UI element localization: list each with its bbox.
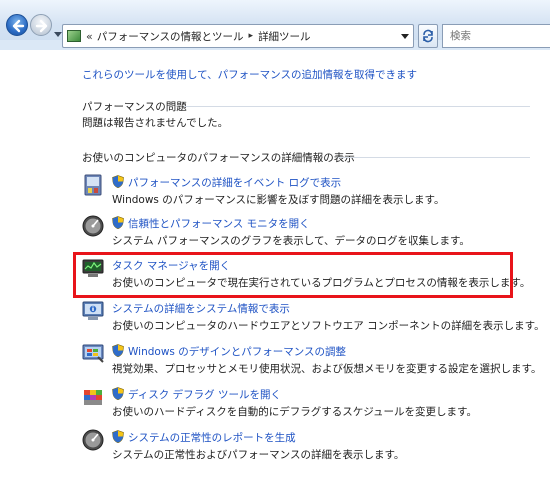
performance-monitor-description: システム パフォーマンスのグラフを表示して、データのログを収集します。 <box>112 235 470 247</box>
list-item: 信頼性とパフォーマンス モニタを開く システム パフォーマンスのグラフを表示して… <box>82 213 522 247</box>
back-button[interactable] <box>6 14 28 36</box>
event-log-link[interactable]: パフォーマンスの詳細をイベント ログで表示 <box>128 175 341 190</box>
uac-shield-icon <box>112 216 124 229</box>
uac-shield-icon <box>112 175 124 188</box>
address-dropdown-icon[interactable] <box>401 34 409 39</box>
disk-defrag-link[interactable]: ディスク デフラグ ツールを開く <box>128 387 281 402</box>
overflow-chevron-icon[interactable]: « <box>86 31 93 42</box>
system-information-link[interactable]: システムの詳細をシステム情報で表示 <box>112 301 290 316</box>
list-item: ディスク デフラグ ツールを開く お使いのハードディスクを自動的にデフラグするス… <box>82 384 522 418</box>
highlight-box <box>73 252 513 298</box>
system-information-icon <box>82 301 104 320</box>
uac-shield-icon <box>112 387 124 400</box>
section-divider <box>338 157 530 158</box>
event-log-description: Windows のパフォーマンスに影響を及ぼす問題の詳細を表示します。 <box>112 194 445 206</box>
event-log-icon <box>84 174 102 196</box>
forward-button[interactable] <box>30 14 52 36</box>
disk-defrag-description: お使いのハードディスクを自動的にデフラグするスケジュールを変更します。 <box>112 406 477 418</box>
performance-monitor-icon <box>82 215 104 237</box>
performance-problems-heading: パフォーマンスの問題 <box>82 101 187 113</box>
list-item: Windows のデザインとパフォーマンスの調整 視覚効果、プロセッサとメモリ使… <box>82 341 541 375</box>
system-information-description: お使いのコンピュータのハードウエアとソフトウエア コンポーネントの詳細を表示しま… <box>112 320 545 332</box>
list-item: システムの詳細をシステム情報で表示 お使いのコンピュータのハードウエアとソフトウ… <box>82 298 545 332</box>
breadcrumb-performance-info[interactable]: パフォーマンスの情報とツール <box>97 29 244 44</box>
recent-pages-dropdown[interactable] <box>54 32 62 37</box>
refresh-icon <box>423 29 433 43</box>
search-input[interactable] <box>442 24 550 48</box>
additional-info-link[interactable]: これらのツールを使用して、パフォーマンスの追加情報を取得できます <box>82 67 417 82</box>
content-pane: これらのツールを使用して、パフォーマンスの追加情報を取得できます パフォーマンス… <box>0 50 550 480</box>
refresh-button[interactable] <box>418 24 438 48</box>
control-panel-icon <box>67 30 81 42</box>
system-health-report-icon <box>82 429 104 451</box>
breadcrumb-separator-icon[interactable]: ▸ <box>249 31 254 41</box>
windows-appearance-link[interactable]: Windows のデザインとパフォーマンスの調整 <box>128 344 346 359</box>
uac-shield-icon <box>112 430 124 443</box>
back-arrow-icon <box>12 19 25 33</box>
system-health-report-link[interactable]: システムの正常性のレポートを生成 <box>128 430 296 445</box>
windows-appearance-icon <box>82 344 104 363</box>
details-heading: お使いのコンピュータのパフォーマンスの詳細情報の表示 <box>82 152 355 164</box>
forward-arrow-icon <box>35 19 48 33</box>
address-bar[interactable]: « パフォーマンスの情報とツール ▸ 詳細ツール <box>62 24 414 48</box>
performance-monitor-link[interactable]: 信頼性とパフォーマンス モニタを開く <box>128 216 310 231</box>
windows-appearance-description: 視覚効果、プロセッサとメモリ使用状況、および仮想メモリを変更する設定を選択します… <box>112 363 542 375</box>
section-divider <box>184 106 530 107</box>
uac-shield-icon <box>112 344 124 357</box>
list-item: パフォーマンスの詳細をイベント ログで表示 Windows のパフォーマンスに影… <box>82 172 522 206</box>
disk-defrag-icon <box>84 390 102 405</box>
problems-status-text: 問題は報告されませんでした。 <box>82 117 229 129</box>
system-health-report-description: システムの正常性およびパフォーマンスの詳細を表示します。 <box>112 449 405 461</box>
navigation-toolbar: « パフォーマンスの情報とツール ▸ 詳細ツール <box>0 0 550 48</box>
breadcrumb-advanced-tools[interactable]: 詳細ツール <box>258 29 311 44</box>
list-item: システムの正常性のレポートを生成 システムの正常性およびパフォーマンスの詳細を表… <box>82 427 522 461</box>
